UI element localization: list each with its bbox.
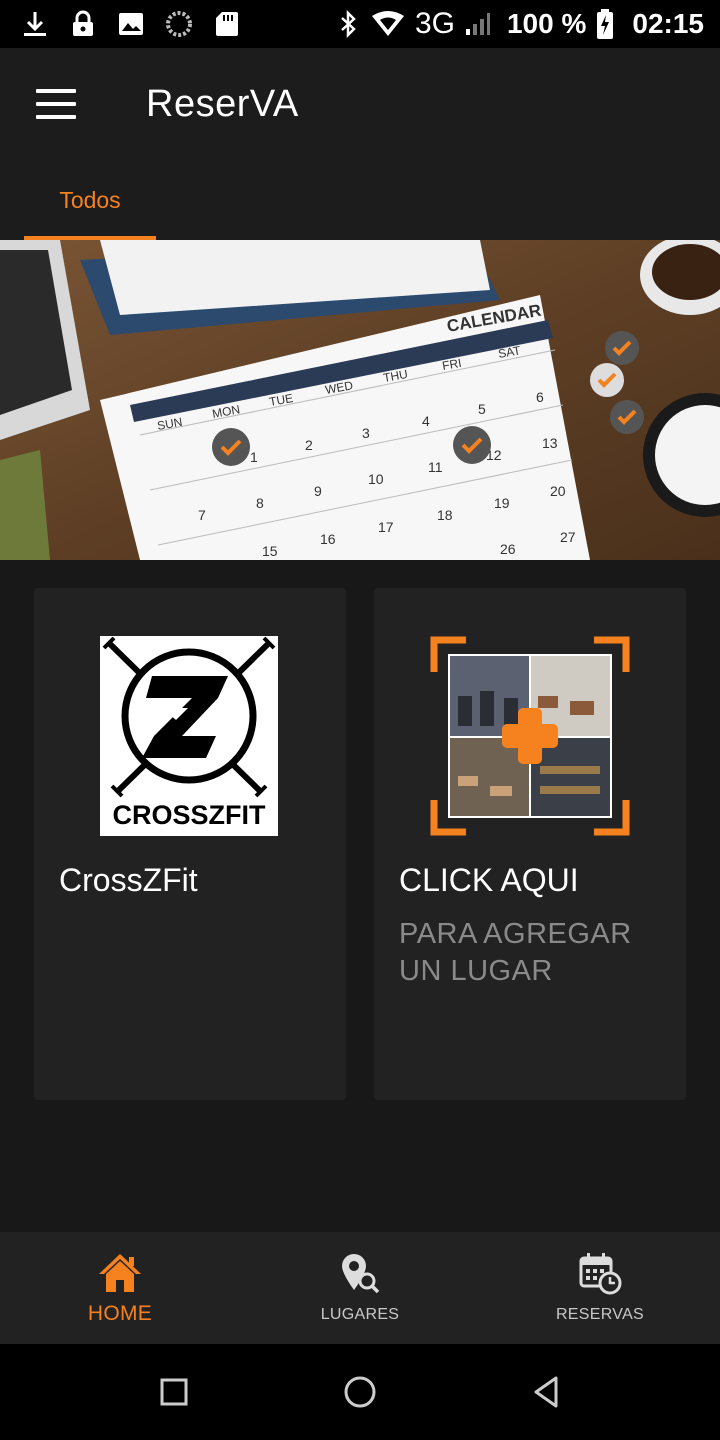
card-subtitle: PARA AGREGAR UN LUGAR — [399, 918, 632, 987]
add-place-image — [430, 636, 630, 836]
bottom-navigation: HOME LUGARES RESERVAS — [0, 1232, 720, 1344]
calendar-illustration: CALENDAR SUN MON TUE WED THU FRI SAT 1 2… — [0, 240, 720, 560]
svg-text:13: 13 — [542, 435, 558, 451]
card-title: CrossZFit — [59, 862, 198, 898]
svg-text:6: 6 — [536, 389, 544, 405]
app-bar: ReserVA — [0, 48, 720, 160]
wifi-icon — [371, 11, 404, 36]
card-title: CLICK AQUI — [399, 862, 579, 898]
hamburger-menu-icon[interactable] — [36, 89, 76, 119]
tab-todos[interactable]: Todos — [24, 160, 156, 240]
svg-text:4: 4 — [422, 413, 430, 429]
network-type: 3G — [414, 7, 455, 40]
svg-text:2: 2 — [305, 437, 313, 453]
nav-reservas[interactable]: RESERVAS — [480, 1232, 720, 1344]
nav-label: LUGARES — [320, 1306, 400, 1323]
svg-text:CROSSZFIT: CROSSZFIT — [113, 800, 267, 830]
svg-text:11: 11 — [428, 459, 443, 475]
banner-image: CALENDAR SUN MON TUE WED THU FRI SAT 1 2… — [0, 240, 720, 560]
svg-text:7: 7 — [198, 507, 206, 523]
tab-label: Todos — [59, 186, 121, 213]
svg-text:19: 19 — [494, 495, 510, 511]
svg-text:27: 27 — [560, 529, 576, 545]
nav-lugares[interactable]: LUGARES — [240, 1232, 480, 1344]
svg-text:8: 8 — [256, 495, 264, 511]
svg-text:26: 26 — [500, 541, 516, 557]
crosszfit-logo: CROSSZFIT — [100, 636, 278, 836]
svg-text:20: 20 — [550, 483, 566, 499]
svg-text:1: 1 — [250, 449, 258, 465]
svg-text:9: 9 — [314, 483, 322, 499]
sync-icon — [166, 11, 192, 37]
tab-bar: Todos — [0, 160, 720, 240]
status-bar: 3G 100 % 02:15 — [0, 0, 720, 48]
home-circle-icon[interactable] — [342, 1374, 378, 1410]
nav-label: HOME — [87, 1302, 153, 1325]
svg-text:16: 16 — [320, 531, 336, 547]
system-navigation-bar — [0, 1344, 720, 1440]
svg-text:10: 10 — [368, 471, 384, 487]
sd-card-icon — [216, 12, 238, 36]
place-card-crosszfit[interactable]: CROSSZFIT CrossZFit — [34, 588, 346, 1100]
svg-text:18: 18 — [437, 507, 453, 523]
calendar-clock-icon — [579, 1253, 622, 1295]
location-search-icon — [342, 1254, 380, 1294]
battery-charging-icon — [597, 9, 614, 39]
signal-icon — [465, 13, 490, 35]
nav-home[interactable]: HOME — [0, 1232, 240, 1344]
image-icon — [119, 13, 143, 35]
add-place-card[interactable]: CLICK AQUI PARA AGREGAR UN LUGAR — [374, 588, 686, 1100]
svg-text:5: 5 — [478, 401, 486, 417]
svg-text:17: 17 — [378, 519, 394, 535]
recents-icon[interactable] — [156, 1374, 192, 1410]
svg-text:3: 3 — [362, 425, 370, 441]
clock: 02:15 — [632, 8, 704, 39]
svg-text:15: 15 — [262, 543, 278, 559]
home-icon — [99, 1254, 141, 1292]
app-title: ReserVA — [146, 82, 299, 125]
battery-level: 100 % — [506, 8, 587, 39]
lock-icon — [73, 10, 93, 36]
back-icon[interactable] — [528, 1374, 564, 1410]
nav-label: RESERVAS — [555, 1306, 645, 1323]
bluetooth-icon — [341, 10, 356, 38]
download-icon — [24, 12, 46, 36]
